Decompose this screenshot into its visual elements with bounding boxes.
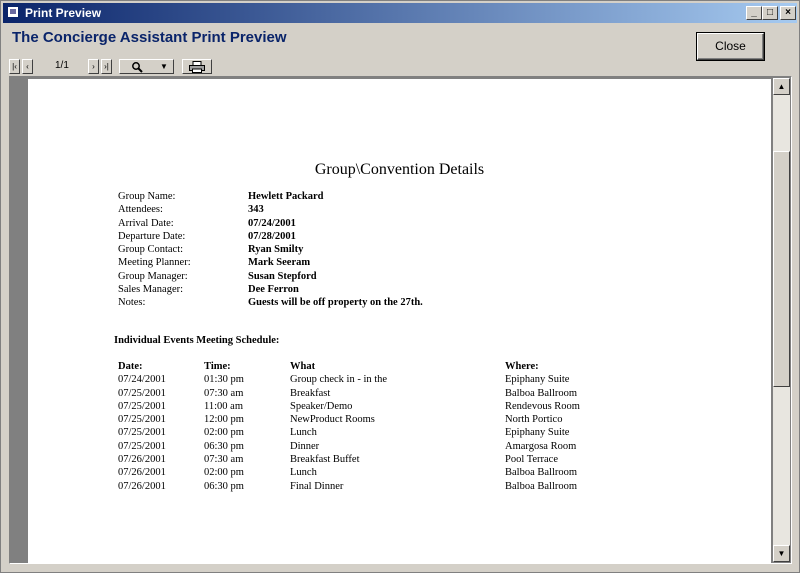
- detail-row: Group Contact: Ryan Smilty: [118, 244, 304, 256]
- last-page-icon: ›|: [104, 62, 109, 71]
- schedule-heading: Individual Events Meeting Schedule:: [114, 335, 280, 346]
- window-title: Print Preview: [25, 6, 102, 20]
- close-window-button[interactable]: ×: [780, 6, 796, 20]
- prev-page-button[interactable]: ‹: [22, 59, 33, 74]
- report-page: Group\Convention Details Group Name: Hewl…: [28, 79, 771, 563]
- vertical-scrollbar[interactable]: ▲ ▼: [773, 78, 790, 562]
- detail-row: Arrival Date: 07/24/2001: [118, 217, 296, 229]
- preview-viewport: Group\Convention Details Group Name: Hewl…: [9, 76, 792, 564]
- minimize-button[interactable]: _: [746, 6, 762, 20]
- first-page-button[interactable]: |‹: [9, 59, 20, 74]
- next-page-button[interactable]: ›: [88, 59, 99, 74]
- detail-row: Sales Manager: Dee Ferron: [118, 284, 299, 296]
- chevron-down-icon: ▼: [160, 62, 168, 71]
- detail-row: Meeting Planner: Mark Seeram: [118, 257, 311, 269]
- maximize-icon: □: [766, 7, 774, 18]
- report-title: Group\Convention Details: [314, 161, 485, 178]
- scroll-up-button[interactable]: ▲: [773, 78, 790, 95]
- table-row: 07/25/2001 11:00 am Speaker/Demo Rendevous …: [118, 400, 580, 412]
- scroll-down-button[interactable]: ▼: [773, 545, 790, 562]
- preview-toolbar: |‹ ‹ 1/1 › ›| ▼: [9, 59, 309, 75]
- table-row: 07/25/2001 07:30 am Breakfast Balboa Ballro…: [118, 387, 578, 399]
- arrow-up-icon: ▲: [777, 82, 786, 91]
- first-page-icon: |‹: [12, 62, 17, 71]
- print-button[interactable]: [182, 59, 212, 74]
- table-row: 07/25/2001 06:30 pm Dinner Amargosa Room: [118, 440, 577, 452]
- print-preview-window: Print Preview _ □ × The Concierge Assist…: [0, 0, 800, 573]
- table-row: 07/26/2001 07:30 am Breakfast Buffet Pool T…: [118, 454, 559, 466]
- detail-row: Group Name: Hewlett Packard: [118, 191, 324, 202]
- table-row: 07/24/2001 01:30 pm Group check in - in th…: [118, 374, 570, 386]
- close-button[interactable]: Close: [697, 33, 764, 60]
- title-bar[interactable]: Print Preview _ □ ×: [3, 3, 797, 23]
- table-header: Date: Time: What Where:: [118, 361, 539, 372]
- app-icon: [7, 6, 19, 18]
- minimize-icon: _: [751, 7, 757, 18]
- preview-heading: The Concierge Assistant Print Preview: [12, 29, 287, 46]
- next-page-icon: ›: [92, 62, 95, 71]
- close-icon: ×: [785, 7, 791, 18]
- table-row: 07/26/2001 06:30 pm Final Dinner Balboa Bal…: [118, 480, 578, 492]
- arrow-down-icon: ▼: [777, 549, 786, 558]
- maximize-button[interactable]: □: [762, 6, 778, 20]
- page-indicator: 1/1: [55, 60, 69, 71]
- detail-row: Group Manager: Susan Stepford: [118, 270, 317, 282]
- schedule-table: Date: Time: What Where: 07/24/2001 01:30 …: [118, 360, 580, 493]
- detail-row: Attendees: 343: [118, 204, 264, 216]
- table-row: 07/25/2001 02:00 pm Lunch Epiphany Suite: [118, 427, 570, 439]
- zoom-icon: [132, 62, 143, 73]
- table-row: 07/25/2001 12:00 pm NewProduct Rooms North …: [118, 414, 563, 426]
- detail-row: Notes: Guests will be off property on the…: [118, 297, 423, 309]
- last-page-button[interactable]: ›|: [101, 59, 112, 74]
- detail-row: Departure Date: 07/28/2001: [118, 230, 296, 242]
- zoom-dropdown[interactable]: ▼: [119, 59, 174, 74]
- table-row: 07/26/2001 02:00 pm Lunch Balboa Ballroom: [118, 467, 578, 479]
- scroll-thumb[interactable]: [773, 151, 790, 387]
- group-details: Group Name: Hewlett Packard Attendees: 343…: [118, 190, 423, 310]
- printer-icon: [189, 61, 205, 73]
- prev-page-icon: ‹: [26, 62, 29, 71]
